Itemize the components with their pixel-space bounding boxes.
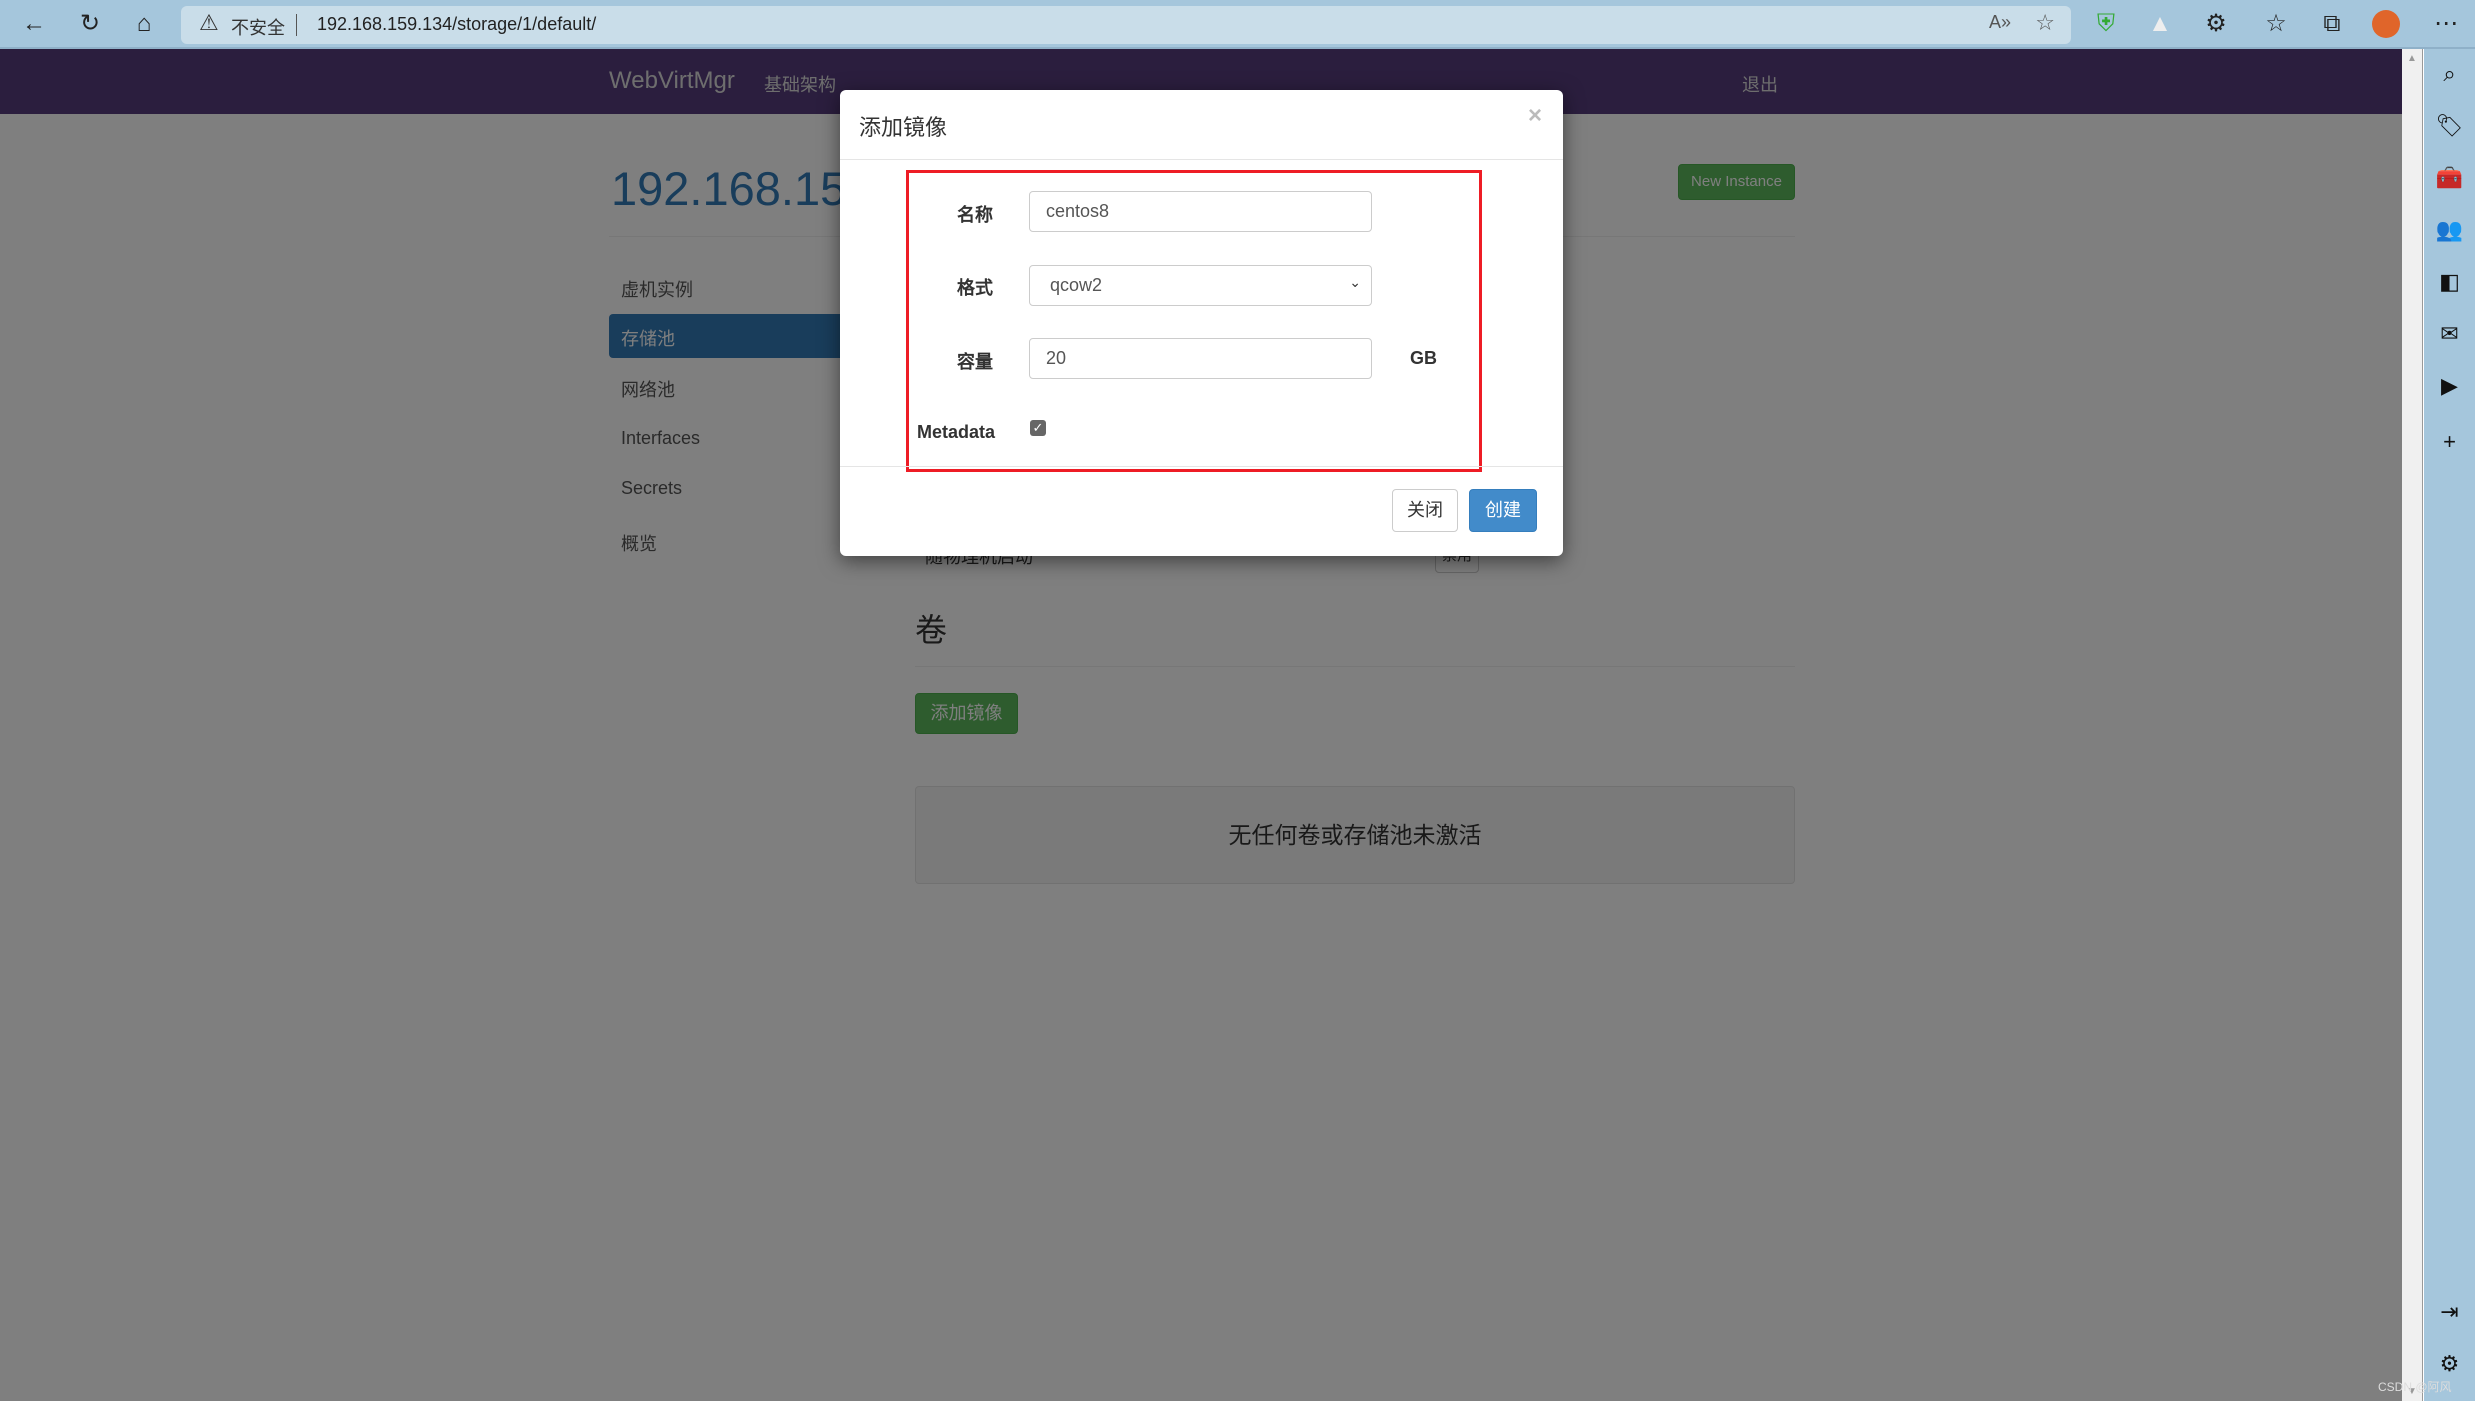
- shield-extension-icon[interactable]: ⛨: [2088, 8, 2124, 40]
- format-select[interactable]: qcow2 ⌄: [1029, 265, 1372, 306]
- url-text[interactable]: 192.168.159.134/storage/1/default/: [317, 14, 596, 35]
- edge-sidebar: ⌕ 🏷 🧰 👥 ◧ ✉ ▶ + ⇥ ⚙: [2424, 49, 2475, 1401]
- format-selected-value: qcow2: [1050, 275, 1103, 295]
- name-label: 名称: [957, 205, 993, 225]
- format-label: 格式: [957, 278, 993, 298]
- capacity-unit: GB: [1410, 348, 1437, 368]
- people-icon[interactable]: 👥: [2424, 217, 2475, 243]
- capacity-label: 容量: [957, 352, 993, 372]
- avatar[interactable]: [2372, 10, 2400, 38]
- divider: [840, 159, 1563, 160]
- metadata-label: Metadata: [917, 422, 996, 442]
- add-image-modal: 添加镜像 × 名称 centos8 格式 qcow2 ⌄ 容量 20 GB Met…: [840, 90, 1563, 556]
- more-icon[interactable]: ⋯: [2428, 8, 2464, 40]
- home-icon[interactable]: ⌂: [126, 8, 162, 40]
- divider: [840, 466, 1563, 467]
- collections-icon[interactable]: ⧉: [2314, 8, 2350, 40]
- back-icon[interactable]: ←: [16, 8, 52, 40]
- insecure-label: 不安全: [231, 18, 285, 38]
- refresh-icon[interactable]: ↻: [72, 8, 108, 40]
- search-icon[interactable]: ⌕: [2424, 61, 2475, 87]
- create-button[interactable]: 创建: [1469, 489, 1537, 532]
- watermark: CSDN @阿风: [2378, 1380, 2452, 1394]
- warning-icon: ⚠: [199, 10, 219, 35]
- read-aloud-icon[interactable]: A»: [1989, 12, 2011, 33]
- toolbox-icon[interactable]: 🧰: [2424, 165, 2475, 191]
- metadata-checkbox[interactable]: ✓: [1030, 420, 1046, 436]
- office-icon[interactable]: ◧: [2424, 269, 2475, 295]
- capacity-input[interactable]: 20: [1029, 338, 1372, 379]
- extensions-icon[interactable]: ⚙: [2198, 8, 2234, 40]
- chevron-down-icon: ⌄: [1349, 274, 1361, 290]
- browser-toolbar: ← ↻ ⌂ ⚠ 不安全 192.168.159.134/storage/1/de…: [0, 0, 2475, 49]
- close-icon[interactable]: ×: [1528, 102, 1542, 130]
- settings-icon[interactable]: ⚙: [2424, 1351, 2475, 1377]
- modal-title: 添加镜像: [859, 115, 948, 140]
- scrollbar[interactable]: ▲ ▼: [2402, 49, 2423, 1401]
- name-input[interactable]: centos8: [1029, 191, 1372, 232]
- extension-icon[interactable]: ▲: [2142, 8, 2178, 40]
- sidebar-collapse-icon[interactable]: ⇥: [2424, 1299, 2475, 1325]
- tag-icon[interactable]: 🏷: [2424, 113, 2475, 139]
- close-button[interactable]: 关闭: [1392, 489, 1458, 532]
- favorite-add-icon[interactable]: ☆: [2035, 10, 2055, 36]
- youtube-icon[interactable]: ▶: [2424, 373, 2475, 399]
- divider: [296, 14, 297, 36]
- add-icon[interactable]: +: [2424, 429, 2475, 455]
- address-bar[interactable]: ⚠ 不安全 192.168.159.134/storage/1/default/…: [181, 6, 2071, 44]
- outlook-icon[interactable]: ✉: [2424, 321, 2475, 347]
- favorites-icon[interactable]: ☆: [2258, 8, 2294, 40]
